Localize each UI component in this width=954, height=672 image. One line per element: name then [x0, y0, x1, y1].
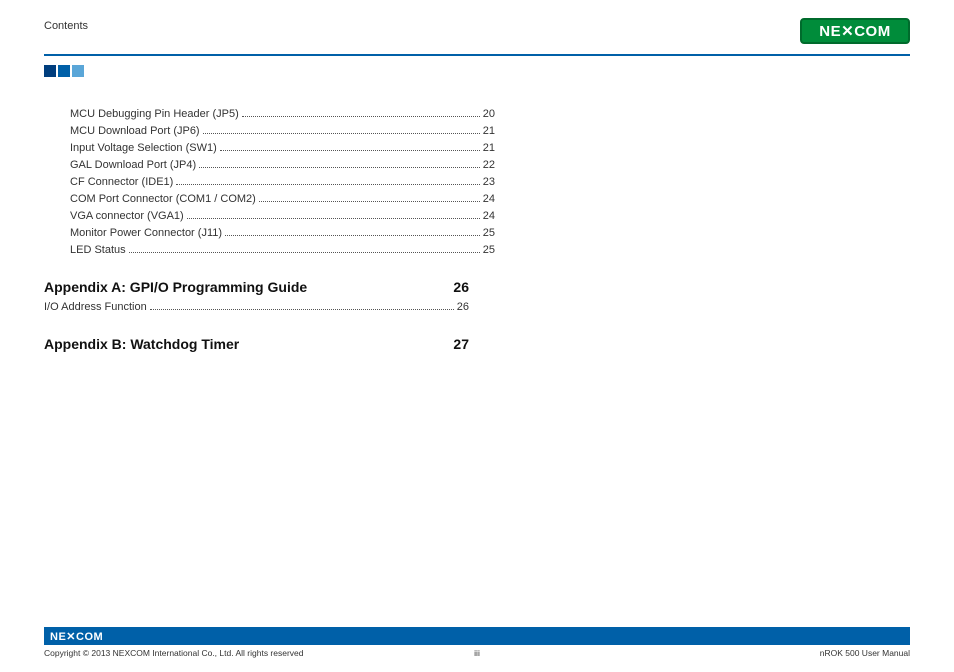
toc-entry: COM Port Connector (COM1 / COM2)24 — [70, 191, 495, 208]
decorative-squares — [44, 64, 910, 82]
footer-copyright: Copyright © 2013 NEXCOM International Co… — [44, 648, 304, 658]
toc-entry: I/O Address Function26 — [44, 299, 469, 316]
toc-list: MCU Debugging Pin Header (JP5)20 MCU Dow… — [70, 106, 495, 259]
toc-entry: MCU Debugging Pin Header (JP5)20 — [70, 106, 495, 123]
page-footer: NE✕COM Copyright © 2013 NEXCOM Internati… — [44, 627, 910, 658]
nexcom-logo-top: NE✕COM — [800, 18, 910, 44]
toc-entry: GAL Download Port (JP4)22 — [70, 157, 495, 174]
page-header-title: Contents — [44, 18, 88, 32]
footer-logo-bar: NE✕COM — [44, 627, 910, 645]
toc-entry: MCU Download Port (JP6)21 — [70, 123, 495, 140]
toc-entry: CF Connector (IDE1)23 — [70, 174, 495, 191]
footer-manual-name: nROK 500 User Manual — [820, 648, 910, 658]
appendix-b-heading: Appendix B: Watchdog Timer 27 — [44, 336, 469, 352]
appendix-a-heading: Appendix A: GPI/O Programming Guide 26 — [44, 279, 469, 295]
toc-entry: LED Status25 — [70, 242, 495, 259]
nexcom-logo-footer: NE✕COM — [50, 630, 103, 643]
header-divider — [44, 54, 910, 56]
footer-page-number: iii — [474, 648, 480, 658]
toc-entry: Monitor Power Connector (J11)25 — [70, 225, 495, 242]
toc-entry: VGA connector (VGA1)24 — [70, 208, 495, 225]
toc-entry: Input Voltage Selection (SW1)21 — [70, 140, 495, 157]
nexcom-logo-text: NE✕COM — [819, 22, 890, 40]
